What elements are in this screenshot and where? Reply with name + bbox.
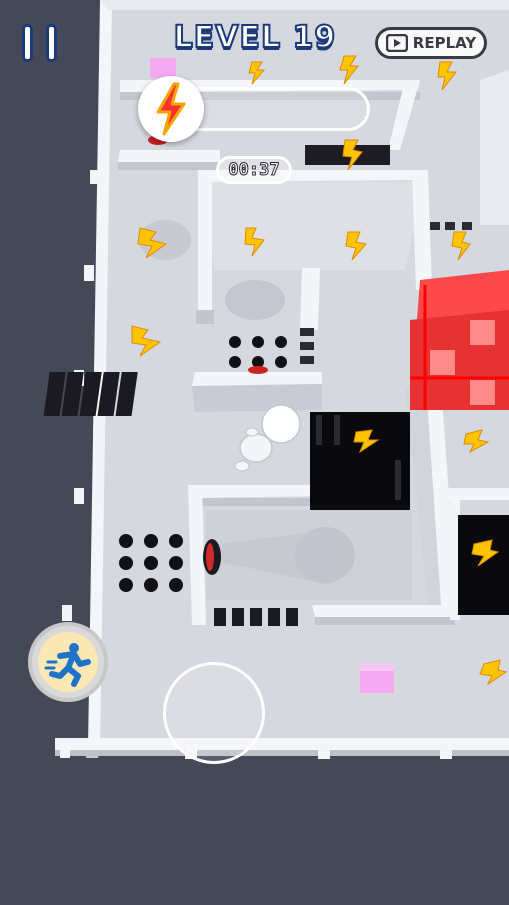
lightning-bolt-icon bbox=[156, 82, 186, 136]
level-title: LEVEL 19 bbox=[173, 19, 337, 56]
energy-badge bbox=[138, 76, 204, 142]
pink-gem bbox=[150, 58, 176, 78]
play-icon bbox=[385, 34, 408, 52]
replay-label: REPLAY bbox=[412, 34, 477, 52]
laser-cube bbox=[410, 270, 509, 410]
pause-button[interactable] bbox=[20, 22, 60, 66]
sprint-ability-button[interactable] bbox=[28, 622, 108, 702]
game-screen: LEVEL 19 REPLAY 00:37 bbox=[0, 0, 509, 905]
spike-holes bbox=[119, 534, 183, 592]
countdown-timer: 00:37 bbox=[216, 156, 292, 184]
pause-icon bbox=[22, 24, 33, 62]
virtual-joystick[interactable] bbox=[163, 662, 265, 764]
maze-scene bbox=[0, 0, 509, 905]
replay-button[interactable]: REPLAY bbox=[375, 27, 487, 59]
domino-row bbox=[43, 372, 138, 416]
running-man-icon bbox=[44, 643, 91, 687]
pit bbox=[458, 515, 509, 615]
